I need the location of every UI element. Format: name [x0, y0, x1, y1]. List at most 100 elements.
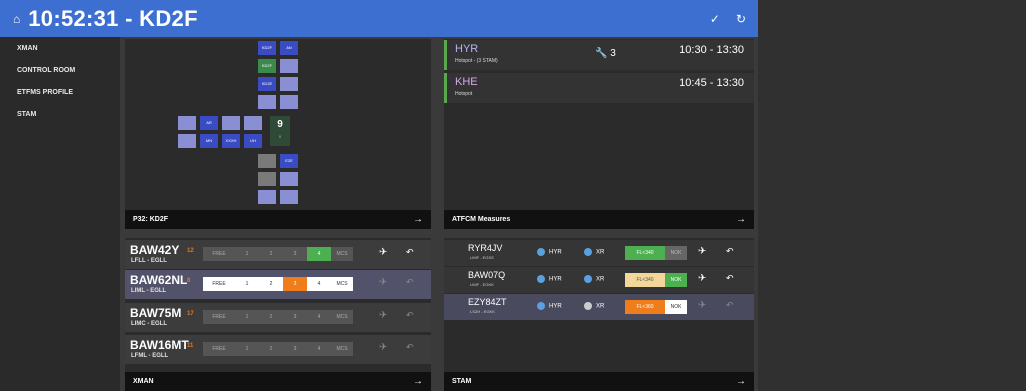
sector-cell[interactable]: E2E	[280, 154, 298, 168]
xr-toggle[interactable]: XR	[584, 248, 604, 256]
option-2[interactable]: 2	[259, 247, 283, 261]
measure-toggle[interactable]: HYR	[537, 248, 562, 256]
sector-cell[interactable]	[280, 77, 298, 91]
atfcm-footer[interactable]: ATFCM Measures →	[444, 210, 754, 229]
sector-cell[interactable]	[280, 59, 298, 73]
option-3[interactable]: 3	[283, 277, 307, 291]
arrow-right-icon[interactable]: →	[736, 214, 746, 225]
xman-footer[interactable]: XMAN →	[125, 372, 431, 391]
nok-badge[interactable]: NOK	[665, 300, 687, 314]
undo-icon[interactable]: ↶	[406, 247, 414, 258]
xman-row[interactable]: BAW62NL LIML - EGLL 8 FREE 1 2 3 4 MCS ✈…	[125, 270, 431, 299]
sector-cell[interactable]	[258, 190, 276, 204]
sidebar-item-stam[interactable]: STAM	[0, 104, 120, 126]
option-mcs[interactable]: MCS	[331, 247, 353, 261]
option-1[interactable]: 1	[235, 247, 259, 261]
measure-toggle[interactable]: HYR	[537, 302, 562, 310]
option-free[interactable]: FREE	[203, 342, 235, 356]
check-icon[interactable]: ✓	[710, 12, 720, 26]
stam-row[interactable]: BAW07Q LIMF - EGKK HYR XR FL<340 NOK ✈ ↶	[444, 267, 754, 293]
sector-cell[interactable]: KD2E	[258, 77, 276, 91]
sector-map-footer[interactable]: P32: KD2F →	[125, 210, 431, 229]
option-4[interactable]: 4	[307, 342, 331, 356]
sidebar-item-etfms-profile[interactable]: ETFMS PROFILE	[0, 82, 120, 104]
undo-icon[interactable]: ↶	[726, 246, 734, 257]
sector-cell[interactable]	[258, 154, 276, 168]
measure-toggle[interactable]: HYR	[537, 275, 562, 283]
flight-level-badge[interactable]: FL<340	[625, 273, 665, 287]
sector-cell[interactable]: MN	[200, 134, 218, 148]
sector-cell[interactable]	[258, 172, 276, 186]
option-2[interactable]: 2	[259, 342, 283, 356]
flight-level-badge[interactable]: FL<360	[625, 300, 665, 314]
sector-cell[interactable]: XXXH	[222, 134, 240, 148]
sidebar-item-control-room[interactable]: CONTROL ROOM	[0, 60, 120, 82]
arrow-right-icon[interactable]: →	[413, 376, 423, 387]
sector-cell[interactable]	[280, 190, 298, 204]
undo-icon[interactable]: ↶	[406, 277, 414, 288]
option-2[interactable]: 2	[259, 277, 283, 291]
sector-cell[interactable]	[178, 134, 196, 148]
arrow-right-icon[interactable]: →	[736, 376, 746, 387]
nok-badge[interactable]: NOK	[665, 246, 687, 260]
refresh-icon[interactable]: ↻	[736, 12, 746, 26]
minus-circle-icon	[537, 302, 545, 310]
sector-count-cell[interactable]: 9 0	[270, 116, 290, 146]
undo-icon[interactable]: ↶	[406, 342, 414, 353]
option-3[interactable]: 3	[283, 310, 307, 324]
option-4[interactable]: 4	[307, 277, 331, 291]
sidebar-item-xman[interactable]: XMAN	[0, 38, 120, 60]
airplane-icon[interactable]: ✈	[698, 273, 706, 284]
option-4[interactable]: 4	[307, 310, 331, 324]
airplane-icon[interactable]: ✈	[698, 246, 706, 257]
option-mcs[interactable]: MCS	[331, 277, 353, 291]
measure-label: HYR	[549, 303, 562, 310]
option-mcs[interactable]: MCS	[331, 342, 353, 356]
option-1[interactable]: 1	[235, 342, 259, 356]
measure-item[interactable]: HYR Hotspot - (3 STAM) 🔧 3 10:30 - 13:30	[444, 40, 754, 70]
xman-row[interactable]: BAW75M LIMC - EGLL 17 FREE 1 2 3 4 MCS ✈…	[125, 303, 431, 332]
xr-toggle[interactable]: XR	[584, 275, 604, 283]
airplane-icon[interactable]: ✈	[379, 247, 387, 258]
sector-cell[interactable]: AR	[200, 116, 218, 130]
xr-toggle[interactable]: XR	[584, 302, 604, 310]
sector-cell[interactable]: KD2F	[258, 59, 276, 73]
sector-cell[interactable]	[258, 95, 276, 109]
undo-icon[interactable]: ↶	[726, 300, 734, 311]
xman-row[interactable]: BAW16MT LFML - EGLL 11 FREE 1 2 3 4 MCS …	[125, 335, 431, 364]
option-free[interactable]: FREE	[203, 277, 235, 291]
airplane-icon[interactable]: ✈	[379, 342, 387, 353]
option-free[interactable]: FREE	[203, 247, 235, 261]
sector-cell[interactable]	[244, 116, 262, 130]
home-icon[interactable]: ⌂	[13, 12, 20, 26]
sector-cell[interactable]: AN	[280, 41, 298, 55]
undo-icon[interactable]: ↶	[726, 273, 734, 284]
stam-row[interactable]: EZY84ZT LSZH - EGKK HYR XR FL<360 NOK ✈ …	[444, 294, 754, 320]
option-1[interactable]: 1	[235, 310, 259, 324]
sector-cell[interactable]: UH	[244, 134, 262, 148]
xman-row[interactable]: BAW42Y LFLL - EGLL 12 FREE 1 2 3 4 MCS ✈…	[125, 240, 431, 269]
sector-cell[interactable]	[280, 95, 298, 109]
option-4[interactable]: 4	[307, 247, 331, 261]
nok-badge[interactable]: NOK	[665, 273, 687, 287]
undo-icon[interactable]: ↶	[406, 310, 414, 321]
flight-level-badge[interactable]: FL<340	[625, 246, 665, 260]
airplane-icon[interactable]: ✈	[698, 300, 706, 311]
sector-cell[interactable]	[222, 116, 240, 130]
arrow-right-icon[interactable]: →	[413, 214, 423, 225]
stam-footer[interactable]: STAM →	[444, 372, 754, 391]
stam-row[interactable]: RYR4JV LIMF - EGSS HYR XR FL<340 NOK ✈ ↶	[444, 240, 754, 266]
option-3[interactable]: 3	[283, 247, 307, 261]
sector-cell[interactable]: KD2F	[258, 41, 276, 55]
option-free[interactable]: FREE	[203, 310, 235, 324]
sector-cell[interactable]	[280, 172, 298, 186]
option-3[interactable]: 3	[283, 342, 307, 356]
wrench-icon[interactable]: 🔧 3	[595, 48, 616, 59]
airplane-icon[interactable]: ✈	[379, 277, 387, 288]
option-mcs[interactable]: MCS	[331, 310, 353, 324]
option-2[interactable]: 2	[259, 310, 283, 324]
sector-cell[interactable]	[178, 116, 196, 130]
airplane-icon[interactable]: ✈	[379, 310, 387, 321]
measure-item[interactable]: KHE Hotspot 10:45 - 13:30	[444, 73, 754, 103]
option-1[interactable]: 1	[235, 277, 259, 291]
